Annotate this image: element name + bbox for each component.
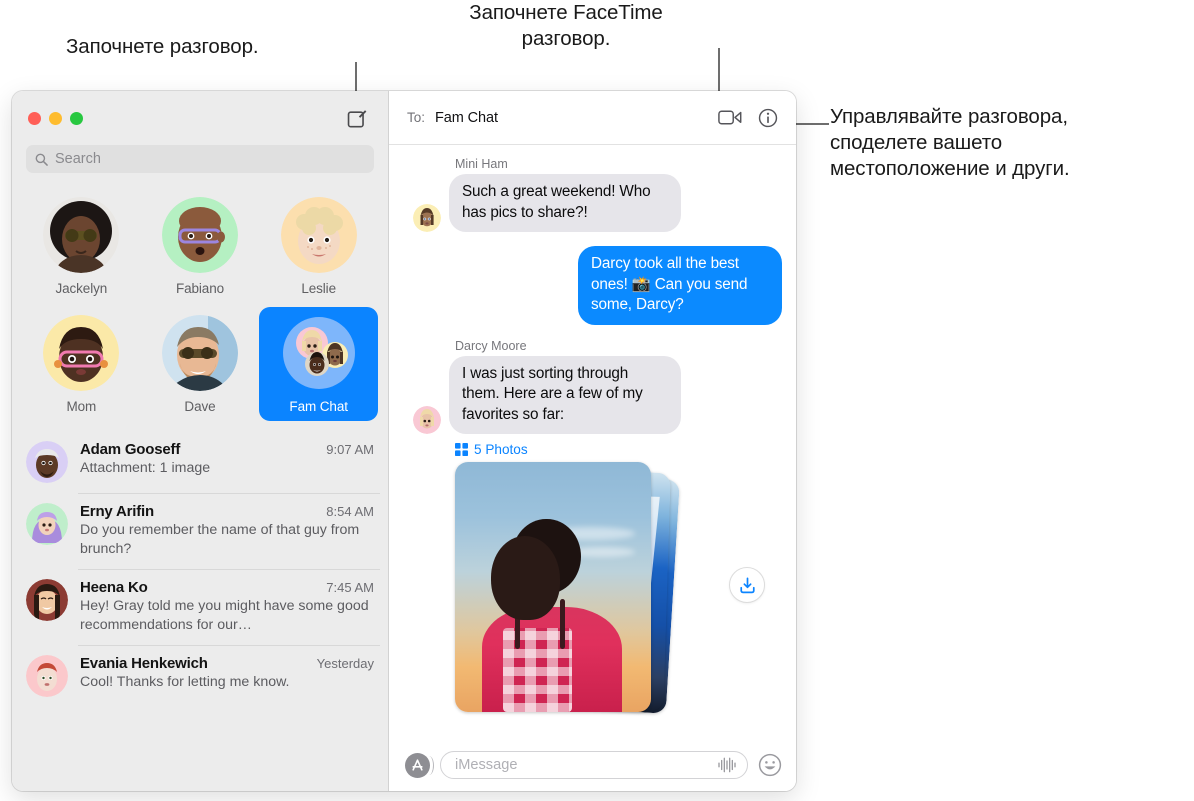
message-thread: Mini Ham Such a great weekend! Who has p… [389,145,796,739]
callout-start-facetime: Започнете FaceTime разговор. [469,1,663,50]
pinned-conversation-fabiano[interactable]: Fabiano [141,189,260,303]
avatar [26,441,68,483]
conversation-details-button[interactable] [754,104,782,132]
conversation-list: Adam Gooseff 9:07 AM Attachment: 1 image [12,431,388,791]
imessage-placeholder: iMessage [455,757,518,773]
list-item[interactable]: Erny Arifin 8:54 AM Do you remember the … [12,493,388,569]
smiley-face-icon [758,753,782,777]
pinned-conversation-jackelyn[interactable]: Jackelyn [22,189,141,303]
photos-count-label[interactable]: 5 Photos [455,442,782,457]
avatar [413,406,441,434]
timestamp: 7:45 AM [326,580,374,595]
list-item-body: Erny Arifin 8:54 AM Do you remember the … [80,503,374,559]
timestamp: 9:07 AM [326,442,374,457]
to-label: To: [407,110,426,125]
message-preview: Do you remember the name of that guy fro… [80,522,360,557]
message-bubble[interactable]: Darcy took all the best ones! 📸 Can you … [578,246,787,325]
message-preview: Attachment: 1 image [80,460,211,476]
compose-pencil-square-icon [347,109,366,128]
avatar [43,197,120,273]
recipient-name[interactable]: Fam Chat [435,110,498,126]
search-icon [35,153,48,166]
sidebar: Search Jackelyn Fabiano Leslie Mom Dave … [12,91,389,791]
minimize-window-button[interactable] [49,111,62,125]
pinned-conversation-dave[interactable]: Dave [141,307,260,421]
avatar [161,197,238,273]
message-preview: Cool! Thanks for letting me know. [80,674,290,690]
contact-name: Heena Ko [80,579,148,596]
info-circle-icon [758,108,778,127]
avatar [413,204,441,232]
timestamp: 8:54 AM [326,504,374,519]
list-item[interactable]: Heena Ko 7:45 AM Hey! Gray told me you m… [12,569,388,645]
avatar [26,655,68,697]
list-item-body: Adam Gooseff 9:07 AM Attachment: 1 image [80,441,374,483]
audio-waveform-icon[interactable] [717,757,737,773]
avatar [26,503,68,545]
message-sender-name: Darcy Moore [455,338,527,353]
avatar [26,579,68,621]
compose-new-message-button[interactable] [344,105,370,131]
close-window-button[interactable] [28,111,41,125]
maximize-window-button[interactable] [70,111,83,125]
message-bubble[interactable]: Such a great weekend! Who has pics to sh… [444,174,681,232]
pinned-label: Leslie [301,281,336,296]
group-avatar [281,315,357,391]
photo-card-front[interactable] [455,462,651,712]
message-row-incoming: I was just sorting through them. Here ar… [403,355,782,434]
message-input-bar: iMessage [389,739,796,791]
timestamp: Yesterday [316,656,374,671]
emoji-picker-button[interactable] [758,753,782,777]
contact-name: Evania Henkewich [80,655,208,672]
photo-subject-silhouette [482,502,631,712]
messages-window: Search Jackelyn Fabiano Leslie Mom Dave … [12,91,796,791]
facetime-button[interactable] [716,104,744,132]
contact-name: Erny Arifin [80,503,154,520]
list-item-body: Heena Ko 7:45 AM Hey! Gray told me you m… [80,579,374,635]
callout-start-conversation: Започнете разговор. [66,35,259,58]
message-sender-name: Mini Ham [455,157,508,171]
pinned-label: Mom [66,399,97,414]
video-camera-icon [718,110,742,125]
window-titlebar [12,91,388,145]
message-row-outgoing: Darcy took all the best ones! 📸 Can you … [403,246,787,325]
conversation-header: To: Fam Chat [389,91,796,145]
avatar [43,315,120,391]
pinned-conversation-mom[interactable]: Mom [22,307,141,421]
avatar [161,315,238,391]
avatar [280,197,357,273]
pinned-conversation-leslie[interactable]: Leslie [259,189,378,303]
message-preview: Hey! Gray told me you might have some go… [80,598,369,633]
message-bubble[interactable]: I was just sorting through them. Here ar… [444,355,681,434]
photo-stack[interactable] [455,462,765,714]
imessage-input[interactable]: iMessage [440,751,748,779]
photo-thumbnail [455,462,651,712]
photo-grid-icon [455,443,468,456]
photos-count-text: 5 Photos [474,442,528,457]
pinned-label: Dave [184,399,216,414]
list-item[interactable]: Adam Gooseff 9:07 AM Attachment: 1 image [12,431,388,493]
contact-name: Adam Gooseff [80,441,181,458]
pinned-label: Fabiano [175,281,225,296]
callout-manage-conversation: Управлявайте разговора, споделете вашето… [830,105,1070,180]
search-container: Search [12,145,388,185]
pinned-conversations-grid: Jackelyn Fabiano Leslie Mom Dave Fam Cha… [12,185,388,431]
download-tray-icon [739,577,755,593]
pinned-conversation-fam-chat[interactable]: Fam Chat [259,307,378,421]
list-item[interactable]: Evania Henkewich Yesterday Cool! Thanks … [12,645,388,707]
pinned-label: Jackelyn [55,281,108,296]
conversation-pane: To: Fam Chat Mini Ham Such a great weeke… [389,91,796,791]
download-attachment-button[interactable] [729,567,765,603]
traffic-lights [28,111,83,125]
search-placeholder: Search [55,151,101,167]
search-input[interactable]: Search [26,145,374,173]
app-store-icon [412,758,423,771]
photo-attachment-group: 5 Photos [455,442,782,714]
imessage-apps-button[interactable] [405,752,434,778]
list-item-body: Evania Henkewich Yesterday Cool! Thanks … [80,655,374,697]
pinned-label: Fam Chat [289,399,348,414]
message-row-incoming: Such a great weekend! Who has pics to sh… [403,174,782,232]
